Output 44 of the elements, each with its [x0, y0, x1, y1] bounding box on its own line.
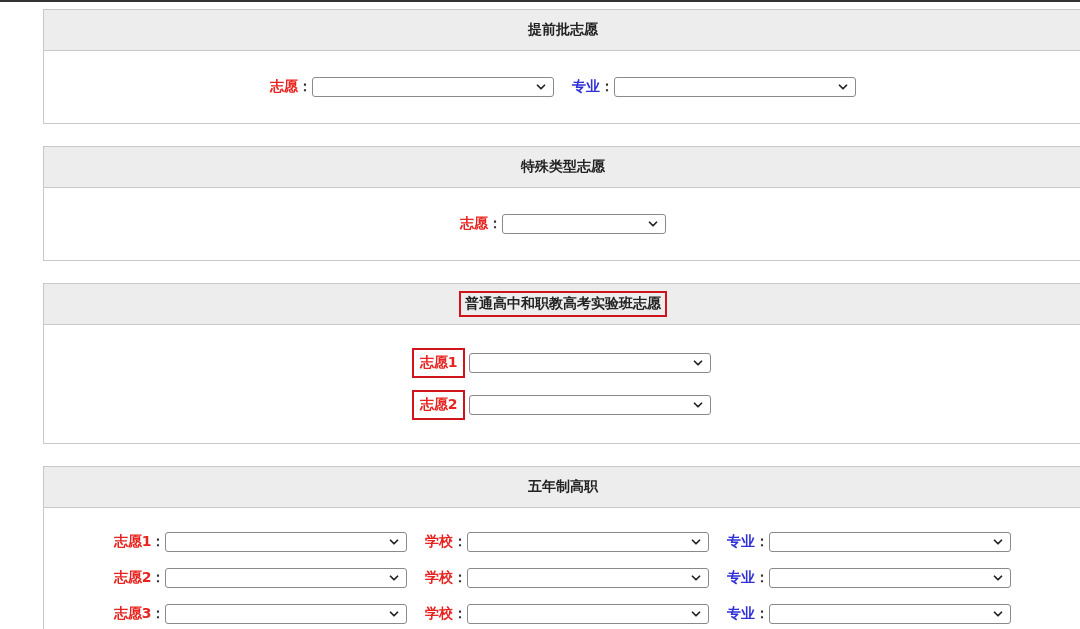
dropdown[interactable] [613, 77, 856, 97]
panel-title: 五年制高职 [526, 477, 599, 496]
dropdown[interactable] [769, 568, 1012, 588]
field-label: 志愿 [269, 78, 298, 96]
dropdown[interactable] [467, 568, 710, 588]
dropdown[interactable] [469, 353, 712, 373]
field-label: 志愿2 [113, 569, 152, 587]
field-label: 专业 [571, 78, 600, 96]
dropdown[interactable] [769, 532, 1012, 552]
dropdown[interactable] [165, 604, 408, 624]
colon: ： [453, 533, 468, 551]
dropdown[interactable] [165, 568, 408, 588]
field-label: 志愿 [459, 215, 488, 233]
colon: ： [151, 533, 166, 551]
colon: ： [487, 215, 502, 233]
panel-title: 特殊类型志愿 [519, 157, 606, 176]
colon: ： [755, 569, 770, 587]
field-label: 专业 [727, 569, 756, 587]
dropdown[interactable] [165, 532, 408, 552]
field-label: 学校 [425, 569, 454, 587]
panel-title: 提前批志愿 [526, 20, 599, 39]
colon: ： [599, 78, 614, 96]
dropdown[interactable] [467, 532, 710, 552]
field-label: 学校 [425, 605, 454, 623]
field-label: 志愿1 [413, 350, 464, 376]
field-label: 志愿1 [113, 533, 152, 551]
colon: ： [297, 78, 312, 96]
field-label: 专业 [727, 605, 756, 623]
colon: ： [151, 569, 166, 587]
dropdown[interactable] [467, 604, 710, 624]
field-label: 志愿2 [413, 392, 464, 418]
colon: ： [755, 533, 770, 551]
dropdown[interactable] [469, 395, 712, 415]
colon: ： [755, 605, 770, 623]
dropdown[interactable] [769, 604, 1012, 624]
dropdown[interactable] [501, 214, 666, 234]
field-label: 志愿3 [113, 605, 152, 623]
dropdown[interactable] [311, 77, 554, 97]
panel-title: 普通高中和职教高考实验班志愿 [460, 293, 665, 315]
colon: ： [453, 569, 468, 587]
field-label: 专业 [727, 533, 756, 551]
colon: ： [453, 605, 468, 623]
field-label: 学校 [425, 533, 454, 551]
colon: ： [151, 605, 166, 623]
